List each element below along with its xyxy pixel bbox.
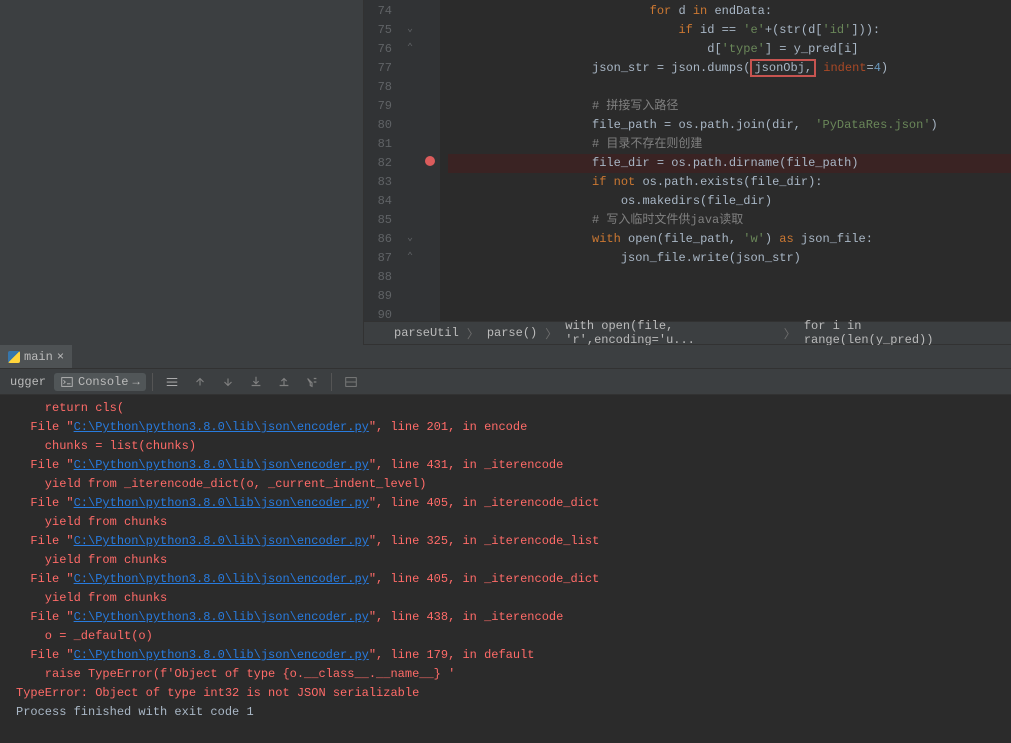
code-line[interactable]: file_path = os.path.join(dir, 'PyDataRes… <box>448 116 1011 135</box>
chevron-right-icon: 〉 <box>784 325 796 342</box>
console-line: chunks = list(chunks) <box>16 437 1003 456</box>
traceback-file-link[interactable]: C:\Python\python3.8.0\lib\json\encoder.p… <box>74 572 369 586</box>
console-line: return cls( <box>16 399 1003 418</box>
code-line[interactable]: with open(file_path, 'w') as json_file: <box>448 230 1011 249</box>
breadcrumb[interactable]: parseUtil 〉 parse() 〉 with open(file, 'r… <box>364 321 1011 345</box>
console-line: yield from chunks <box>16 589 1003 608</box>
download-icon[interactable] <box>243 373 269 391</box>
filter-icon[interactable] <box>299 373 325 391</box>
console-line: raise TypeError(f'Object of type {o.__cl… <box>16 665 1003 684</box>
breakpoint-column[interactable] <box>420 0 440 321</box>
close-icon[interactable]: × <box>57 350 64 364</box>
separator <box>152 373 153 391</box>
chevron-right-icon: 〉 <box>545 325 557 342</box>
console-line: yield from chunks <box>16 551 1003 570</box>
code-line[interactable]: if not os.path.exists(file_dir): <box>448 173 1011 192</box>
console-line: yield from _iterencode_dict(o, _current_… <box>16 475 1003 494</box>
code-line[interactable] <box>448 268 1011 287</box>
arrow-right-icon: → <box>132 375 139 389</box>
tab-main[interactable]: main × <box>0 345 72 368</box>
run-tab-bar: main × <box>0 345 1011 369</box>
layout-icon[interactable] <box>338 373 364 391</box>
debugger-tab[interactable]: ugger <box>4 373 52 391</box>
code-editor[interactable]: for d in endData: if id == 'e'+(str(d['i… <box>440 0 1011 321</box>
traceback-file-link[interactable]: C:\Python\python3.8.0\lib\json\encoder.p… <box>74 458 369 472</box>
console-line: o = _default(o) <box>16 627 1003 646</box>
traceback-file-link[interactable]: C:\Python\python3.8.0\lib\json\encoder.p… <box>74 648 369 662</box>
debug-toolbar: ugger Console → <box>0 369 1011 395</box>
code-line[interactable]: file_dir = os.path.dirname(file_path) <box>448 154 1011 173</box>
code-line[interactable]: if id == 'e'+(str(d['id'])): <box>448 21 1011 40</box>
settings-icon[interactable] <box>159 373 185 391</box>
breadcrumb-item[interactable]: for i in range(len(y_pred)) <box>804 319 971 347</box>
console-tab[interactable]: Console → <box>54 373 146 391</box>
code-line[interactable]: d['type'] = y_pred[i] <box>448 40 1011 59</box>
console-line: File "C:\Python\python3.8.0\lib\json\enc… <box>16 646 1003 665</box>
console-line: File "C:\Python\python3.8.0\lib\json\enc… <box>16 532 1003 551</box>
down-icon[interactable] <box>215 373 241 391</box>
line-number-gutter[interactable]: 7475767778798081828384858687888990 <box>364 0 400 321</box>
console-line: File "C:\Python\python3.8.0\lib\json\enc… <box>16 456 1003 475</box>
console-line: File "C:\Python\python3.8.0\lib\json\enc… <box>16 494 1003 513</box>
traceback-file-link[interactable]: C:\Python\python3.8.0\lib\json\encoder.p… <box>74 420 369 434</box>
editor-area: 7475767778798081828384858687888990 ⌄⌃⌄⌃ … <box>364 0 1011 345</box>
console-icon <box>60 375 74 389</box>
code-line[interactable]: os.makedirs(file_dir) <box>448 192 1011 211</box>
code-line[interactable]: # 目录不存在则创建 <box>448 135 1011 154</box>
breadcrumb-item[interactable]: with open(file, 'r',encoding='u... <box>565 319 776 347</box>
separator <box>331 373 332 391</box>
console-line: File "C:\Python\python3.8.0\lib\json\enc… <box>16 570 1003 589</box>
traceback-file-link[interactable]: C:\Python\python3.8.0\lib\json\encoder.p… <box>74 610 369 624</box>
console-line: yield from chunks <box>16 513 1003 532</box>
code-line[interactable]: # 拼接写入路径 <box>448 97 1011 116</box>
breadcrumb-item[interactable]: parseUtil <box>394 326 459 340</box>
breakpoint-icon[interactable] <box>425 156 435 166</box>
fold-column[interactable]: ⌄⌃⌄⌃ <box>400 0 420 321</box>
breadcrumb-item[interactable]: parse() <box>487 326 537 340</box>
console-line: File "C:\Python\python3.8.0\lib\json\enc… <box>16 608 1003 627</box>
console-output[interactable]: return cls( File "C:\Python\python3.8.0\… <box>0 395 1011 743</box>
traceback-file-link[interactable]: C:\Python\python3.8.0\lib\json\encoder.p… <box>74 496 369 510</box>
chevron-right-icon: 〉 <box>467 325 479 342</box>
up-icon[interactable] <box>187 373 213 391</box>
tab-label: main <box>24 350 53 364</box>
console-line: Process finished with exit code 1 <box>16 703 1003 722</box>
console-line: TypeError: Object of type int32 is not J… <box>16 684 1003 703</box>
code-line[interactable] <box>448 287 1011 306</box>
code-line[interactable]: # 写入临时文件供java读取 <box>448 211 1011 230</box>
code-line[interactable]: json_str = json.dumps(jsonObj, indent=4) <box>448 59 1011 78</box>
project-sidebar[interactable] <box>0 0 364 345</box>
traceback-file-link[interactable]: C:\Python\python3.8.0\lib\json\encoder.p… <box>74 534 369 548</box>
python-icon <box>8 351 20 363</box>
console-line: File "C:\Python\python3.8.0\lib\json\enc… <box>16 418 1003 437</box>
code-line[interactable]: json_file.write(json_str) <box>448 249 1011 268</box>
code-line[interactable] <box>448 78 1011 97</box>
code-line[interactable]: for d in endData: <box>448 2 1011 21</box>
upload-icon[interactable] <box>271 373 297 391</box>
